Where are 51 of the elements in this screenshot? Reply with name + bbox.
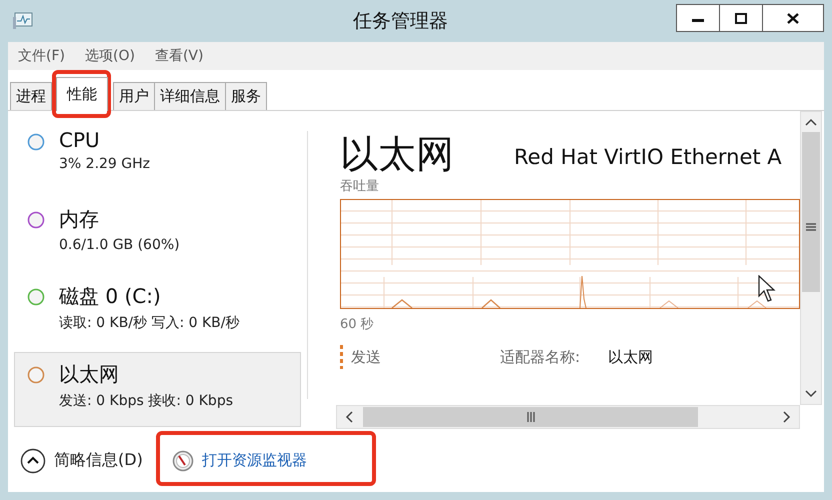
close-icon — [787, 12, 799, 24]
menu-item[interactable]: 查看(V) — [154, 47, 204, 65]
resource-item[interactable]: 内存 0.6/1.0 GB (60%) — [14, 196, 302, 272]
minimize-button[interactable] — [676, 4, 720, 32]
chevron-up-circle-icon — [20, 448, 46, 474]
gauge-icon — [172, 450, 194, 472]
scrollbar-thumb[interactable] — [363, 407, 698, 427]
menu-item[interactable]: 选项(O) — [84, 47, 135, 65]
open-resource-monitor-link[interactable]: 打开资源监视器 — [172, 450, 307, 472]
resource-item[interactable]: 磁盘 0 (C:) 读取: 0 KB/秒 写入: 0 KB/秒 — [14, 274, 302, 350]
tab[interactable]: 用户 — [113, 82, 155, 110]
chevron-right-icon — [783, 411, 791, 423]
property-value: 以太网 — [608, 348, 653, 366]
mouse-pointer-icon — [758, 275, 776, 303]
resource-detail: 读取: 0 KB/秒 写入: 0 KB/秒 — [59, 314, 240, 332]
scrollbar-thumb[interactable] — [802, 132, 820, 292]
grip-icon — [526, 412, 536, 422]
resource-name: CPU — [59, 128, 101, 152]
resource-name: 内存 — [59, 206, 100, 232]
maximize-button[interactable] — [719, 4, 763, 32]
tab[interactable]: 性能 — [56, 77, 108, 111]
monitor-icon — [12, 11, 34, 31]
fewer-details-button[interactable]: 简略信息(D) — [20, 448, 143, 474]
tab[interactable]: 进程 — [10, 82, 52, 110]
resource-item[interactable]: CPU 3% 2.29 GHz — [14, 119, 302, 194]
horizontal-scrollbar[interactable] — [336, 405, 800, 429]
resource-detail: 发送: 0 Kbps 接收: 0 Kbps — [59, 392, 233, 410]
tab[interactable]: 详细信息 — [154, 82, 226, 110]
adapter-name: Red Hat VirtIO Ethernet A — [514, 145, 782, 169]
time-label: 60 秒 — [340, 316, 375, 333]
property-label: 适配器名称: — [500, 348, 582, 366]
dashed-marker-icon — [340, 345, 343, 369]
window-title: 任务管理器 — [352, 9, 449, 34]
menu-item[interactable]: 文件(F) — [18, 47, 65, 65]
highlight-frame — [52, 70, 111, 118]
resource-name: 磁盘 0 (C:) — [59, 283, 162, 310]
chevron-up-icon — [805, 118, 817, 126]
resource-detail: 3% 2.29 GHz — [59, 156, 150, 172]
chart-label: 吞吐量 — [340, 178, 380, 195]
detail-title: 以太网 — [340, 135, 454, 173]
maximize-icon — [735, 12, 747, 24]
resource-name: 以太网 — [59, 360, 120, 388]
resource-detail: 0.6/1.0 GB (60%) — [59, 236, 180, 252]
chevron-down-icon — [805, 390, 817, 398]
stat-label: 发送 — [351, 348, 381, 366]
grip-icon — [806, 222, 816, 232]
close-button[interactable] — [762, 4, 824, 32]
chevron-left-icon — [345, 411, 353, 423]
resource-item[interactable]: 以太网 发送: 0 Kbps 接收: 0 Kbps — [14, 352, 302, 427]
tab[interactable]: 服务 — [225, 82, 267, 110]
vertical-scrollbar[interactable] — [800, 111, 822, 405]
